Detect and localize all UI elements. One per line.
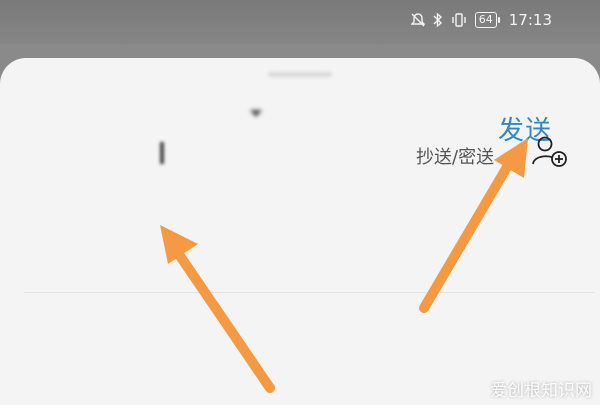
vibrate-icon [451,12,467,28]
status-bar: 64 17:13 [0,0,600,44]
chevron-down-icon [250,110,262,117]
watermark: 爱创根知识网 [490,381,592,401]
add-contact-icon[interactable] [530,134,570,170]
carrier-label [50,10,150,28]
cc-bcc-toggle[interactable]: 抄送/密送 [416,143,494,169]
compose-sheet: 发送 [0,58,600,405]
account-selector[interactable] [240,110,262,117]
mute-icon [410,12,425,28]
divider [24,292,594,293]
battery-icon: 64 [474,12,500,28]
bluetooth-icon [433,12,443,28]
text-cursor [160,142,164,164]
sheet-handle[interactable] [268,72,332,77]
status-icons: 64 17:13 [410,8,552,32]
clock: 17:13 [508,11,552,29]
